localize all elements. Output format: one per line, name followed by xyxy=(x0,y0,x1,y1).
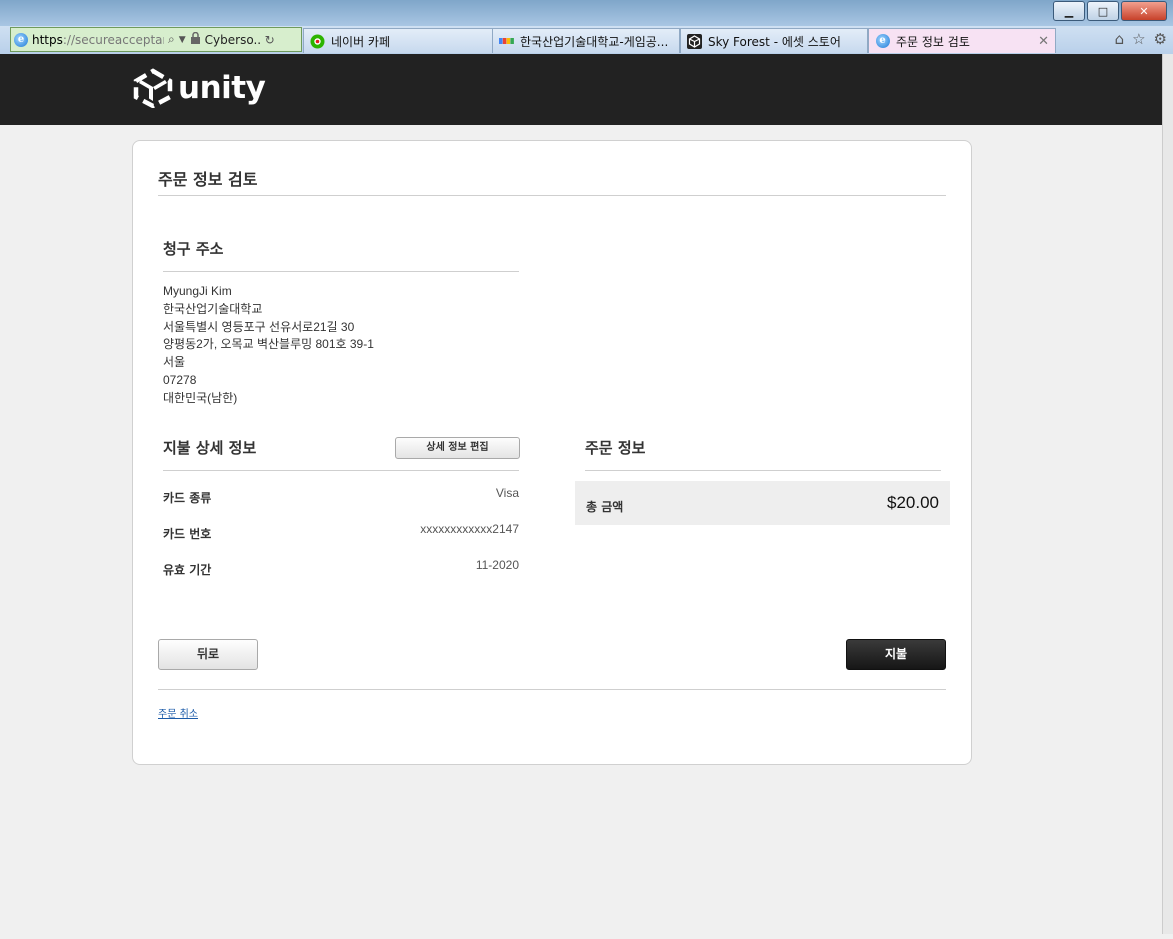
favorites-star-icon[interactable]: ☆ xyxy=(1132,30,1145,48)
refresh-icon[interactable]: ↻ xyxy=(265,33,275,47)
total-value: $20.00 xyxy=(887,493,939,512)
footer-divider xyxy=(158,689,946,690)
page-title: 주문 정보 검토 xyxy=(158,170,258,189)
search-icon[interactable]: ⌕ xyxy=(168,32,175,47)
title-divider xyxy=(158,195,946,196)
tab-label: Sky Forest - 에셋 스토어 xyxy=(708,34,841,49)
order-total-box: 총 금액 $20.00 xyxy=(575,481,950,525)
tab-kpu-game[interactable]: 한국산업기술대학교-게임공... xyxy=(492,28,680,53)
maximize-button[interactable]: □ xyxy=(1087,1,1119,21)
tab-label: 주문 정보 검토 xyxy=(896,34,970,49)
google-icon xyxy=(499,34,514,49)
card-number-value: xxxxxxxxxxxx2147 xyxy=(420,522,519,536)
browser-tab-bar: e https://secureacceptan... ⌕ ▼ Cyberso.… xyxy=(0,26,1173,55)
order-review-card: 주문 정보 검토 청구 주소 MyungJi Kim 한국산업기술대학교 서울특… xyxy=(132,140,972,765)
settings-gear-icon[interactable]: ⚙ xyxy=(1154,30,1167,48)
address-bar[interactable]: e https://secureacceptan... ⌕ ▼ Cyberso.… xyxy=(10,27,302,52)
logo-text: unity xyxy=(178,70,266,106)
minimize-button[interactable]: ▁ xyxy=(1053,1,1085,21)
cancel-order-link[interactable]: 주문 취소 xyxy=(158,705,198,720)
site-identity[interactable]: Cyberso... xyxy=(205,33,261,47)
tab-order-review[interactable]: e 주문 정보 검토 ✕ xyxy=(868,28,1056,53)
site-header: unity xyxy=(0,54,1163,125)
page-viewport: unity 주문 정보 검토 청구 주소 MyungJi Kim 한국산업기술대… xyxy=(0,54,1163,934)
address-line: 07278 xyxy=(163,372,197,387)
ie-icon: e xyxy=(875,34,890,49)
payment-divider xyxy=(163,470,519,471)
card-number-label: 카드 번호 xyxy=(163,527,212,541)
edit-details-button[interactable]: 상세 정보 편집 xyxy=(395,437,520,459)
billing-address: MyungJi Kim 한국산업기술대학교 서울특별시 영등포구 선유서로21길… xyxy=(163,283,374,408)
tab-naver-cafe[interactable]: 네이버 카페 xyxy=(303,28,493,53)
total-label: 총 금액 xyxy=(586,500,624,514)
address-line: 양평동2가, 오목교 벽산블루밍 801호 39-1 xyxy=(163,337,374,352)
address-line: 서울특별시 영등포구 선유서로21길 30 xyxy=(163,319,355,334)
expiry-value: 11-2020 xyxy=(475,558,519,572)
expiry-label: 유효 기간 xyxy=(163,563,212,577)
unity-logo[interactable]: unity xyxy=(132,68,266,108)
close-window-button[interactable]: ✕ xyxy=(1121,1,1167,21)
tab-sky-forest[interactable]: Sky Forest - 에셋 스토어 xyxy=(680,28,868,53)
tab-label: 네이버 카페 xyxy=(331,34,391,49)
naver-cafe-icon xyxy=(310,34,325,49)
tab-label: 한국산업기술대학교-게임공... xyxy=(520,34,669,49)
address-line: 한국산업기술대학교 xyxy=(163,301,263,316)
card-type-value: Visa xyxy=(495,486,519,500)
lock-icon[interactable] xyxy=(190,31,201,47)
pay-button[interactable]: 지불 xyxy=(846,639,946,670)
ie-icon: e xyxy=(14,32,28,47)
address-line: 서울 xyxy=(163,355,186,370)
window-titlebar: ▁ □ ✕ xyxy=(0,0,1173,26)
unity-cube-icon xyxy=(133,68,173,108)
unity-icon xyxy=(687,33,702,49)
billing-heading: 청구 주소 xyxy=(163,240,224,258)
order-divider xyxy=(585,470,941,471)
browser-toolbar-icons: ⌂ ☆ ⚙ xyxy=(1115,30,1167,48)
card-type-label: 카드 종류 xyxy=(163,491,212,505)
billing-divider xyxy=(163,271,519,272)
address-url[interactable]: https://secureacceptan... xyxy=(32,33,164,47)
order-heading: 주문 정보 xyxy=(585,439,646,457)
window-controls: ▁ □ ✕ xyxy=(1051,1,1167,21)
url-rest: ://secureacceptan... xyxy=(62,32,164,47)
vertical-scrollbar[interactable] xyxy=(1162,54,1173,934)
payment-heading: 지불 상세 정보 xyxy=(163,439,257,457)
address-line: 대한민국(남한) xyxy=(163,390,238,405)
address-line: MyungJi Kim xyxy=(163,284,232,298)
dropdown-arrow-icon[interactable]: ▼ xyxy=(179,35,186,45)
back-button[interactable]: 뒤로 xyxy=(158,639,258,670)
home-icon[interactable]: ⌂ xyxy=(1115,30,1125,48)
close-tab-icon[interactable]: ✕ xyxy=(1038,34,1049,49)
url-protocol: https xyxy=(32,32,63,47)
